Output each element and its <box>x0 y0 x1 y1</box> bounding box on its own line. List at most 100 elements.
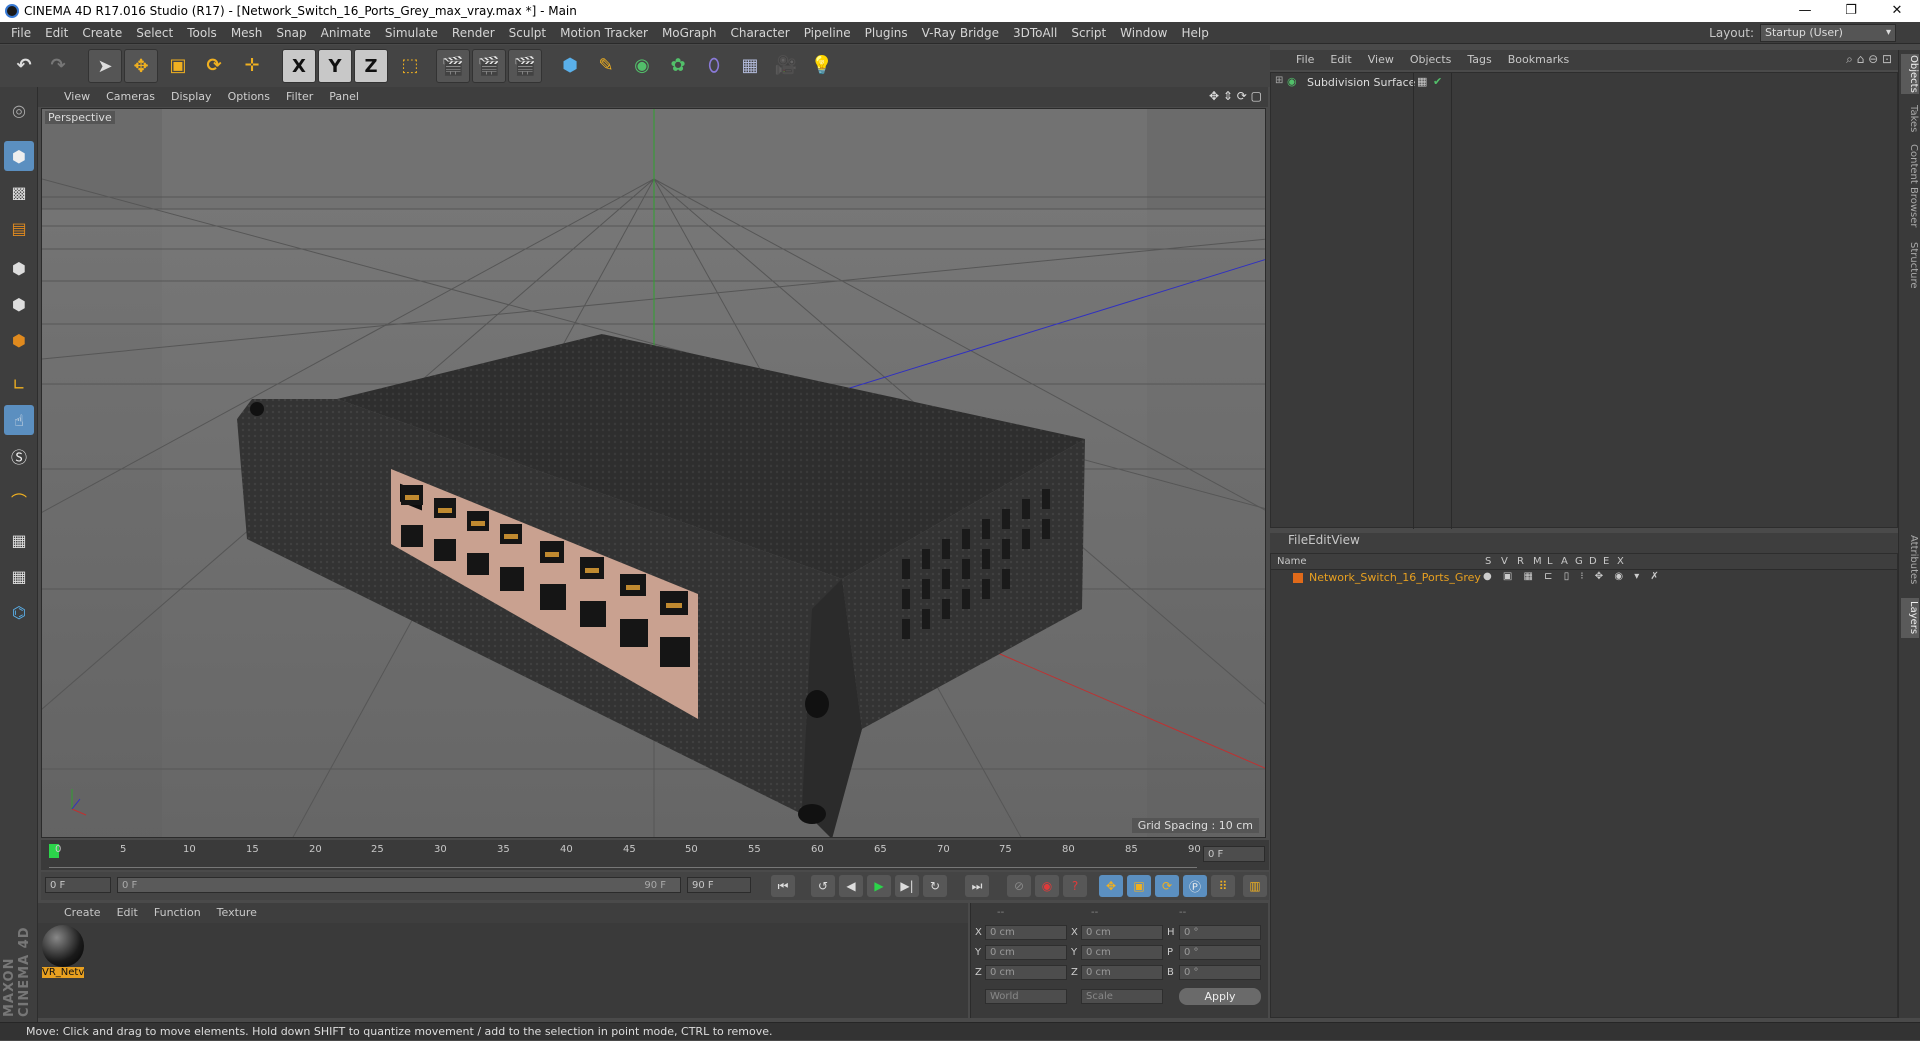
layer-color-swatch[interactable] <box>1293 573 1303 583</box>
edges-mode-icon[interactable]: ⬢ <box>4 289 34 319</box>
position-y-field[interactable]: 0 cm <box>985 945 1067 960</box>
next-key-icon[interactable]: ↻ <box>923 875 947 897</box>
obj-menu-objects[interactable]: Objects <box>1402 50 1460 70</box>
frame-range-slider[interactable]: 0 F 90 F <box>117 877 681 893</box>
expand-icon[interactable]: ⊞ <box>1275 75 1283 86</box>
menu-simulate[interactable]: Simulate <box>378 22 445 44</box>
axis-x-button[interactable]: X <box>282 49 316 83</box>
menu-window[interactable]: Window <box>1113 22 1174 44</box>
layer-menu-edit[interactable]: Edit <box>1308 533 1331 547</box>
model-mode-icon[interactable]: ⬢ <box>4 141 34 171</box>
array-cloner-icon[interactable]: ✿ <box>662 49 694 81</box>
prev-key-icon[interactable]: ↺ <box>811 875 835 897</box>
texture-mode-icon[interactable]: ▩ <box>4 177 34 207</box>
rotation-p-field[interactable]: 0 ° <box>1179 945 1261 960</box>
axis-y-button[interactable]: Y <box>318 49 352 83</box>
size-y-field[interactable]: 0 cm <box>1081 945 1163 960</box>
menu-create[interactable]: Create <box>75 22 129 44</box>
apply-button[interactable]: Apply <box>1179 988 1261 1005</box>
menu-file[interactable]: File <box>4 22 38 44</box>
deformer-icon[interactable]: ⬯ <box>698 49 730 81</box>
snap-icon[interactable]: Ⓢ <box>4 441 34 471</box>
key-param-icon[interactable]: Ⓟ <box>1183 875 1207 897</box>
minimize-button[interactable]: — <box>1782 0 1828 22</box>
light-icon[interactable]: 💡 <box>806 49 838 81</box>
viewport-menu-filter[interactable]: Filter <box>278 87 321 107</box>
menu-render[interactable]: Render <box>445 22 502 44</box>
cube-primitive-icon[interactable]: ⬢ <box>554 49 586 81</box>
position-z-field[interactable]: 0 cm <box>985 965 1067 980</box>
rotate-tool-icon[interactable]: ⟳ <box>198 49 230 81</box>
tab-content-browser[interactable]: Content Browser <box>1901 142 1919 230</box>
object-row[interactable]: ⊞ ◉ Subdivision Surface <box>1271 73 1897 91</box>
tab-structure[interactable]: Structure <box>1901 238 1919 292</box>
coordinate-system-icon[interactable]: ⬚ <box>394 49 426 81</box>
menu-snap[interactable]: Snap <box>269 22 313 44</box>
layer-menu-view[interactable]: View <box>1331 533 1359 547</box>
workplane-icon[interactable]: ▤ <box>4 213 34 243</box>
menu-tools[interactable]: Tools <box>180 22 224 44</box>
menu-motion-tracker[interactable]: Motion Tracker <box>553 22 655 44</box>
redo-icon[interactable]: ↷ <box>42 49 74 81</box>
viewport-camera-label[interactable]: Perspective <box>45 111 115 124</box>
menu-sculpt[interactable]: Sculpt <box>502 22 553 44</box>
key-position-icon[interactable]: ✥ <box>1099 875 1123 897</box>
menu-mograph[interactable]: MoGraph <box>655 22 724 44</box>
undo-icon[interactable]: ↶ <box>8 49 40 81</box>
size-z-field[interactable]: 0 cm <box>1081 965 1163 980</box>
menu-character[interactable]: Character <box>723 22 796 44</box>
points-mode-icon[interactable]: ⬢ <box>4 253 34 283</box>
tab-objects[interactable]: Objects <box>1901 54 1919 94</box>
recent-tool-icon[interactable]: ✛ <box>236 49 268 81</box>
menu-help[interactable]: Help <box>1174 22 1215 44</box>
tab-attributes[interactable]: Attributes <box>1901 530 1919 590</box>
render-settings-icon[interactable]: 🎬 <box>508 49 542 83</box>
tweak-mode-icon[interactable]: ☝ <box>4 405 34 435</box>
obj-menu-bookmarks[interactable]: Bookmarks <box>1500 50 1577 70</box>
coord-mode-dropdown[interactable]: World <box>985 989 1067 1004</box>
obj-menu-file[interactable]: File <box>1288 50 1322 70</box>
record-keys-disabled-icon[interactable]: ⊘ <box>1007 875 1031 897</box>
menu-vray-bridge[interactable]: V-Ray Bridge <box>915 22 1006 44</box>
layer-toggle-icons[interactable]: ● ▣ ▦ ⊏ ▯ ⁝ ✥ ◉ ▾ ✗ <box>1483 571 1663 582</box>
enabled-check-icon[interactable]: ✔ <box>1433 75 1442 88</box>
step-back-icon[interactable]: ◀ <box>839 875 863 897</box>
timeline-window-icon[interactable]: ▥ <box>1243 875 1267 897</box>
scale-tool-icon[interactable]: ▣ <box>162 49 194 81</box>
spline-pen-icon[interactable]: ✎ <box>590 49 622 81</box>
menu-script[interactable]: Script <box>1064 22 1113 44</box>
layer-menu-file[interactable]: File <box>1288 533 1308 547</box>
menu-plugins[interactable]: Plugins <box>858 22 915 44</box>
polygons-mode-icon[interactable]: ⬢ <box>4 325 34 355</box>
current-frame-field[interactable]: 0 F <box>1203 846 1265 862</box>
camera-icon[interactable]: 🎥 <box>770 49 802 81</box>
play-icon[interactable]: ▶ <box>867 875 891 897</box>
key-scale-icon[interactable]: ▣ <box>1127 875 1151 897</box>
material-menu-edit[interactable]: Edit <box>109 903 146 923</box>
make-editable-icon[interactable]: ◎ <box>4 95 34 125</box>
visibility-toggle-icon[interactable]: ▦ <box>1417 75 1427 88</box>
viewport-menu-panel[interactable]: Panel <box>321 87 367 107</box>
size-x-field[interactable]: 0 cm <box>1081 925 1163 940</box>
python-icon[interactable]: ⌬ <box>4 597 34 627</box>
tab-takes[interactable]: Takes <box>1901 102 1919 136</box>
perspective-viewport[interactable]: Perspective Grid Spacing : 10 cm <box>41 108 1266 838</box>
record-icon[interactable]: ◉ <box>1035 875 1059 897</box>
render-view-icon[interactable]: 🎬 <box>436 49 470 83</box>
step-forward-icon[interactable]: ▶| <box>895 875 919 897</box>
key-pla-icon[interactable]: ⠿ <box>1211 875 1235 897</box>
end-frame-field[interactable]: 90 F <box>687 877 751 893</box>
start-frame-field[interactable]: 0 F <box>45 877 111 893</box>
viewport-menu-view[interactable]: View <box>56 87 98 107</box>
menu-3dtoall[interactable]: 3DToAll <box>1006 22 1064 44</box>
coord-scale-dropdown[interactable]: Scale <box>1081 989 1163 1004</box>
menu-pipeline[interactable]: Pipeline <box>797 22 858 44</box>
rotation-b-field[interactable]: 0 ° <box>1179 965 1261 980</box>
goto-end-icon[interactable]: ⏭ <box>965 875 989 897</box>
layout-dropdown[interactable]: Startup (User) <box>1760 24 1896 42</box>
obj-search-icon[interactable]: ⌕ ⌂ ⊖ ⊡ <box>1846 52 1892 67</box>
viewport-menu-display[interactable]: Display <box>163 87 220 107</box>
obj-menu-tags[interactable]: Tags <box>1459 50 1499 70</box>
key-rotation-icon[interactable]: ⟳ <box>1155 875 1179 897</box>
menu-animate[interactable]: Animate <box>314 22 378 44</box>
